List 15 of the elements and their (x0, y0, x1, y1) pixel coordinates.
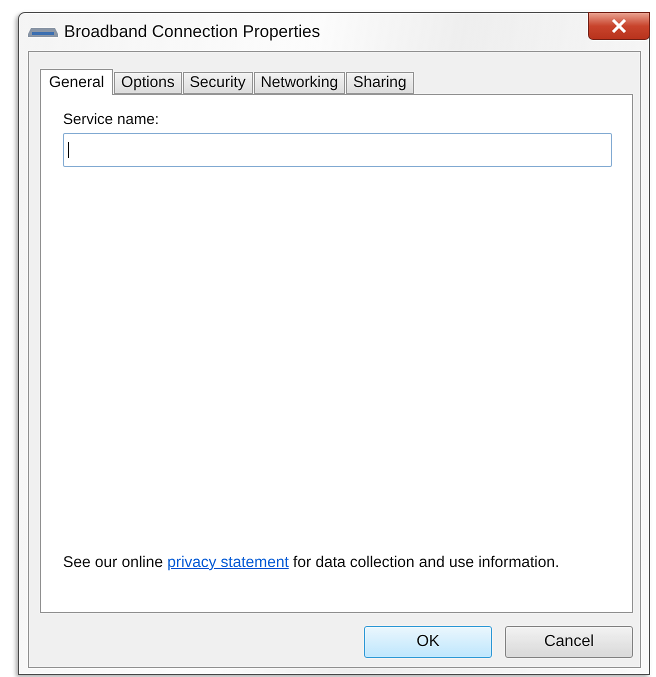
close-button[interactable] (588, 12, 650, 40)
privacy-link[interactable]: privacy statement (167, 554, 289, 571)
window-title: Broadband Connection Properties (64, 22, 320, 42)
cancel-button[interactable]: Cancel (505, 626, 633, 658)
tab[interactable]: Security (182, 72, 253, 94)
network-adapter-icon (28, 26, 58, 38)
close-icon (611, 19, 627, 33)
tab[interactable]: Sharing (346, 72, 414, 94)
privacy-notice: See our online privacy statement for data collection and use information. (63, 554, 560, 572)
field-label: Service name: (63, 111, 160, 128)
tab[interactable]: General (40, 69, 114, 95)
tab[interactable]: Networking (254, 72, 346, 94)
tab[interactable]: Options (114, 72, 182, 94)
service-name-field[interactable] (63, 133, 612, 167)
ok-button[interactable]: OK (364, 626, 492, 658)
